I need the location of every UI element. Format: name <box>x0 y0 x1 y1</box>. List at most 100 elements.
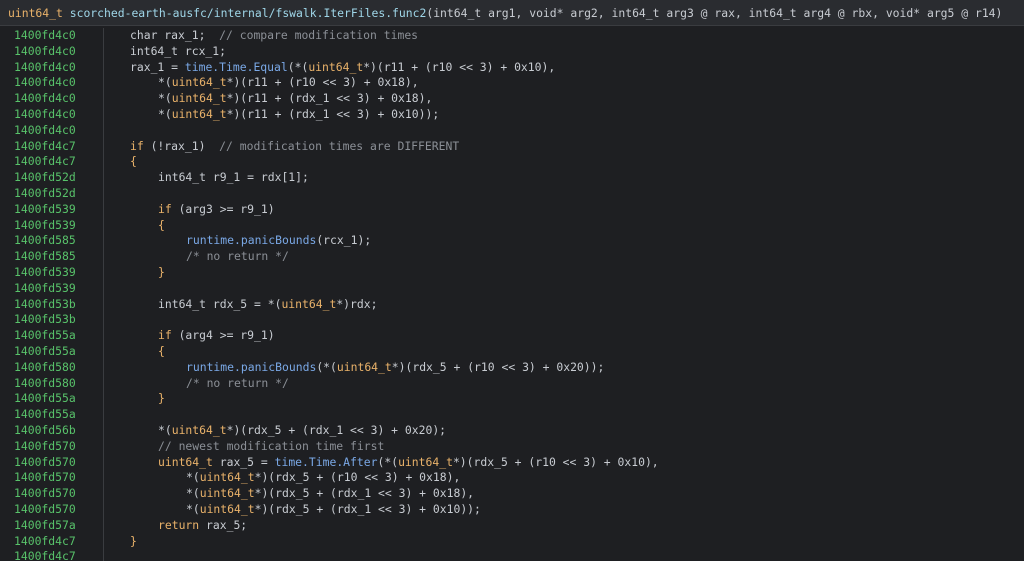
line-address[interactable]: 1400fd55a <box>14 407 76 423</box>
line-source[interactable]: } <box>130 534 137 550</box>
func-token[interactable]: time.Time.Equal <box>185 60 288 74</box>
line-address[interactable]: 1400fd4c0 <box>14 123 76 139</box>
type-token[interactable]: uint64_t <box>158 455 213 469</box>
line-address[interactable]: 1400fd580 <box>14 360 76 376</box>
line-source[interactable]: int64_t rcx_1; <box>130 44 226 60</box>
line-source[interactable]: int64_t r9_1 = rdx[1]; <box>158 170 309 186</box>
code-line[interactable]: 1400fd53b <box>0 312 1024 328</box>
code-line[interactable]: 1400fd585 /* no return */ <box>0 249 1024 265</box>
code-line[interactable]: 1400fd52d int64_t r9_1 = rdx[1]; <box>0 170 1024 186</box>
func-token[interactable]: time.Time.After <box>275 455 378 469</box>
line-source[interactable]: *(uint64_t*)(rdx_5 + (rdx_1 << 3) + 0x20… <box>158 423 446 439</box>
code-line[interactable]: 1400fd4c0 <box>0 123 1024 139</box>
type-token[interactable]: uint64_t <box>172 107 227 121</box>
line-source[interactable]: { <box>158 218 165 234</box>
line-source[interactable]: /* no return */ <box>186 376 289 392</box>
code-line[interactable]: 1400fd4c7 if (!rax_1) // modification tim… <box>0 139 1024 155</box>
line-address[interactable]: 1400fd4c0 <box>14 28 76 44</box>
code-line[interactable]: 1400fd57a return rax_5; <box>0 518 1024 534</box>
type-token[interactable]: uint64_t <box>281 297 336 311</box>
line-address[interactable]: 1400fd4c7 <box>14 549 76 561</box>
code-line[interactable]: 1400fd53b int64_t rdx_5 = *(uint64_t*)rdx… <box>0 297 1024 313</box>
line-address[interactable]: 1400fd53b <box>14 312 76 328</box>
type-token[interactable]: uint64_t <box>172 423 227 437</box>
code-line[interactable]: 1400fd4c0 int64_t rcx_1; <box>0 44 1024 60</box>
code-line[interactable]: 1400fd56b *(uint64_t*)(rdx_5 + (rdx_1 << … <box>0 423 1024 439</box>
func-token[interactable]: runtime.panicBounds <box>186 360 316 374</box>
line-address[interactable]: 1400fd55a <box>14 328 76 344</box>
type-token[interactable]: uint64_t <box>200 470 255 484</box>
type-token[interactable]: uint64_t <box>308 60 363 74</box>
line-address[interactable]: 1400fd53b <box>14 297 76 313</box>
line-source[interactable]: return rax_5; <box>158 518 247 534</box>
line-address[interactable]: 1400fd585 <box>14 233 76 249</box>
code-line[interactable]: 1400fd4c0 *(uint64_t*)(r11 + (rdx_1 << 3)… <box>0 107 1024 123</box>
func-token[interactable]: runtime.panicBounds <box>186 233 316 247</box>
line-source[interactable]: if (!rax_1) // modification times are DI… <box>130 139 459 155</box>
line-source[interactable]: if (arg3 >= r9_1) <box>158 202 275 218</box>
code-line[interactable]: 1400fd570 // newest modification time fir… <box>0 439 1024 455</box>
decompiled-code-view[interactable]: 1400fd4c0 char rax_1; // compare modifica… <box>0 28 1024 561</box>
line-address[interactable]: 1400fd580 <box>14 376 76 392</box>
code-line[interactable]: 1400fd55a <box>0 407 1024 423</box>
line-address[interactable]: 1400fd570 <box>14 455 76 471</box>
code-line[interactable]: 1400fd580 /* no return */ <box>0 376 1024 392</box>
code-line[interactable]: 1400fd539} <box>0 265 1024 281</box>
line-address[interactable]: 1400fd4c0 <box>14 91 76 107</box>
code-line[interactable]: 1400fd55a} <box>0 391 1024 407</box>
line-address[interactable]: 1400fd570 <box>14 439 76 455</box>
line-address[interactable]: 1400fd539 <box>14 202 76 218</box>
line-source[interactable]: /* no return */ <box>186 249 289 265</box>
function-name[interactable]: scorched-earth-ausfc/internal/fswalk.Ite… <box>70 6 427 20</box>
line-source[interactable]: } <box>158 391 165 407</box>
line-address[interactable]: 1400fd570 <box>14 470 76 486</box>
type-token[interactable]: uint64_t <box>172 91 227 105</box>
line-address[interactable]: 1400fd52d <box>14 186 76 202</box>
code-line[interactable]: 1400fd580 runtime.panicBounds(*(uint64_t*… <box>0 360 1024 376</box>
code-line[interactable]: 1400fd4c7 <box>0 549 1024 561</box>
line-address[interactable]: 1400fd4c0 <box>14 60 76 76</box>
code-line[interactable]: 1400fd55a { <box>0 344 1024 360</box>
line-address[interactable]: 1400fd570 <box>14 502 76 518</box>
line-source[interactable]: runtime.panicBounds(rcx_1); <box>186 233 371 249</box>
code-line[interactable]: 1400fd4c7 { <box>0 154 1024 170</box>
line-source[interactable]: // newest modification time first <box>158 439 384 455</box>
line-address[interactable]: 1400fd57a <box>14 518 76 534</box>
code-line[interactable]: 1400fd570 *(uint64_t*)(rdx_5 + (rdx_1 << … <box>0 502 1024 518</box>
line-address[interactable]: 1400fd539 <box>14 218 76 234</box>
line-source[interactable]: { <box>158 344 165 360</box>
line-address[interactable]: 1400fd55a <box>14 391 76 407</box>
line-address[interactable]: 1400fd4c7 <box>14 154 76 170</box>
code-line[interactable]: 1400fd539 <box>0 281 1024 297</box>
line-source[interactable]: uint64_t rax_5 = time.Time.After(*(uint6… <box>158 455 659 471</box>
line-source[interactable]: char rax_1; // compare modification time… <box>130 28 418 44</box>
line-source[interactable]: *(uint64_t*)(rdx_5 + (r10 << 3) + 0x18), <box>186 470 460 486</box>
code-line[interactable]: 1400fd539 { <box>0 218 1024 234</box>
code-line[interactable]: 1400fd4c0 *(uint64_t*)(r11 + (r10 << 3) +… <box>0 75 1024 91</box>
line-source[interactable]: *(uint64_t*)(r11 + (r10 << 3) + 0x18), <box>158 75 419 91</box>
type-token[interactable]: uint64_t <box>398 455 453 469</box>
code-line[interactable]: 1400fd4c0 rax_1 = time.Time.Equal(*(uint6… <box>0 60 1024 76</box>
return-type[interactable]: uint64_t <box>8 6 63 20</box>
code-line[interactable]: 1400fd4c0 *(uint64_t*)(r11 + (rdx_1 << 3)… <box>0 91 1024 107</box>
line-source[interactable]: } <box>158 265 165 281</box>
line-source[interactable]: *(uint64_t*)(r11 + (rdx_1 << 3) + 0x10))… <box>158 107 439 123</box>
line-address[interactable]: 1400fd4c0 <box>14 107 76 123</box>
code-line[interactable]: 1400fd585 runtime.panicBounds(rcx_1); <box>0 233 1024 249</box>
type-token[interactable]: uint64_t <box>200 486 255 500</box>
line-source[interactable]: *(uint64_t*)(rdx_5 + (rdx_1 << 3) + 0x18… <box>186 486 474 502</box>
line-source[interactable]: runtime.panicBounds(*(uint64_t*)(rdx_5 +… <box>186 360 604 376</box>
line-address[interactable]: 1400fd4c0 <box>14 44 76 60</box>
code-line[interactable]: 1400fd4c7} <box>0 534 1024 550</box>
code-line[interactable]: 1400fd570 *(uint64_t*)(rdx_5 + (rdx_1 << … <box>0 486 1024 502</box>
line-address[interactable]: 1400fd4c7 <box>14 139 76 155</box>
code-line[interactable]: 1400fd4c0 char rax_1; // compare modifica… <box>0 28 1024 44</box>
line-source[interactable]: *(uint64_t*)(rdx_5 + (rdx_1 << 3) + 0x10… <box>186 502 481 518</box>
type-token[interactable]: uint64_t <box>337 360 392 374</box>
code-line[interactable]: 1400fd570 *(uint64_t*)(rdx_5 + (r10 << 3)… <box>0 470 1024 486</box>
code-line[interactable]: 1400fd539 if (arg3 >= r9_1) <box>0 202 1024 218</box>
code-line[interactable]: 1400fd52d <box>0 186 1024 202</box>
type-token[interactable]: uint64_t <box>200 502 255 516</box>
line-source[interactable]: int64_t rdx_5 = *(uint64_t*)rdx; <box>158 297 377 313</box>
line-address[interactable]: 1400fd585 <box>14 249 76 265</box>
